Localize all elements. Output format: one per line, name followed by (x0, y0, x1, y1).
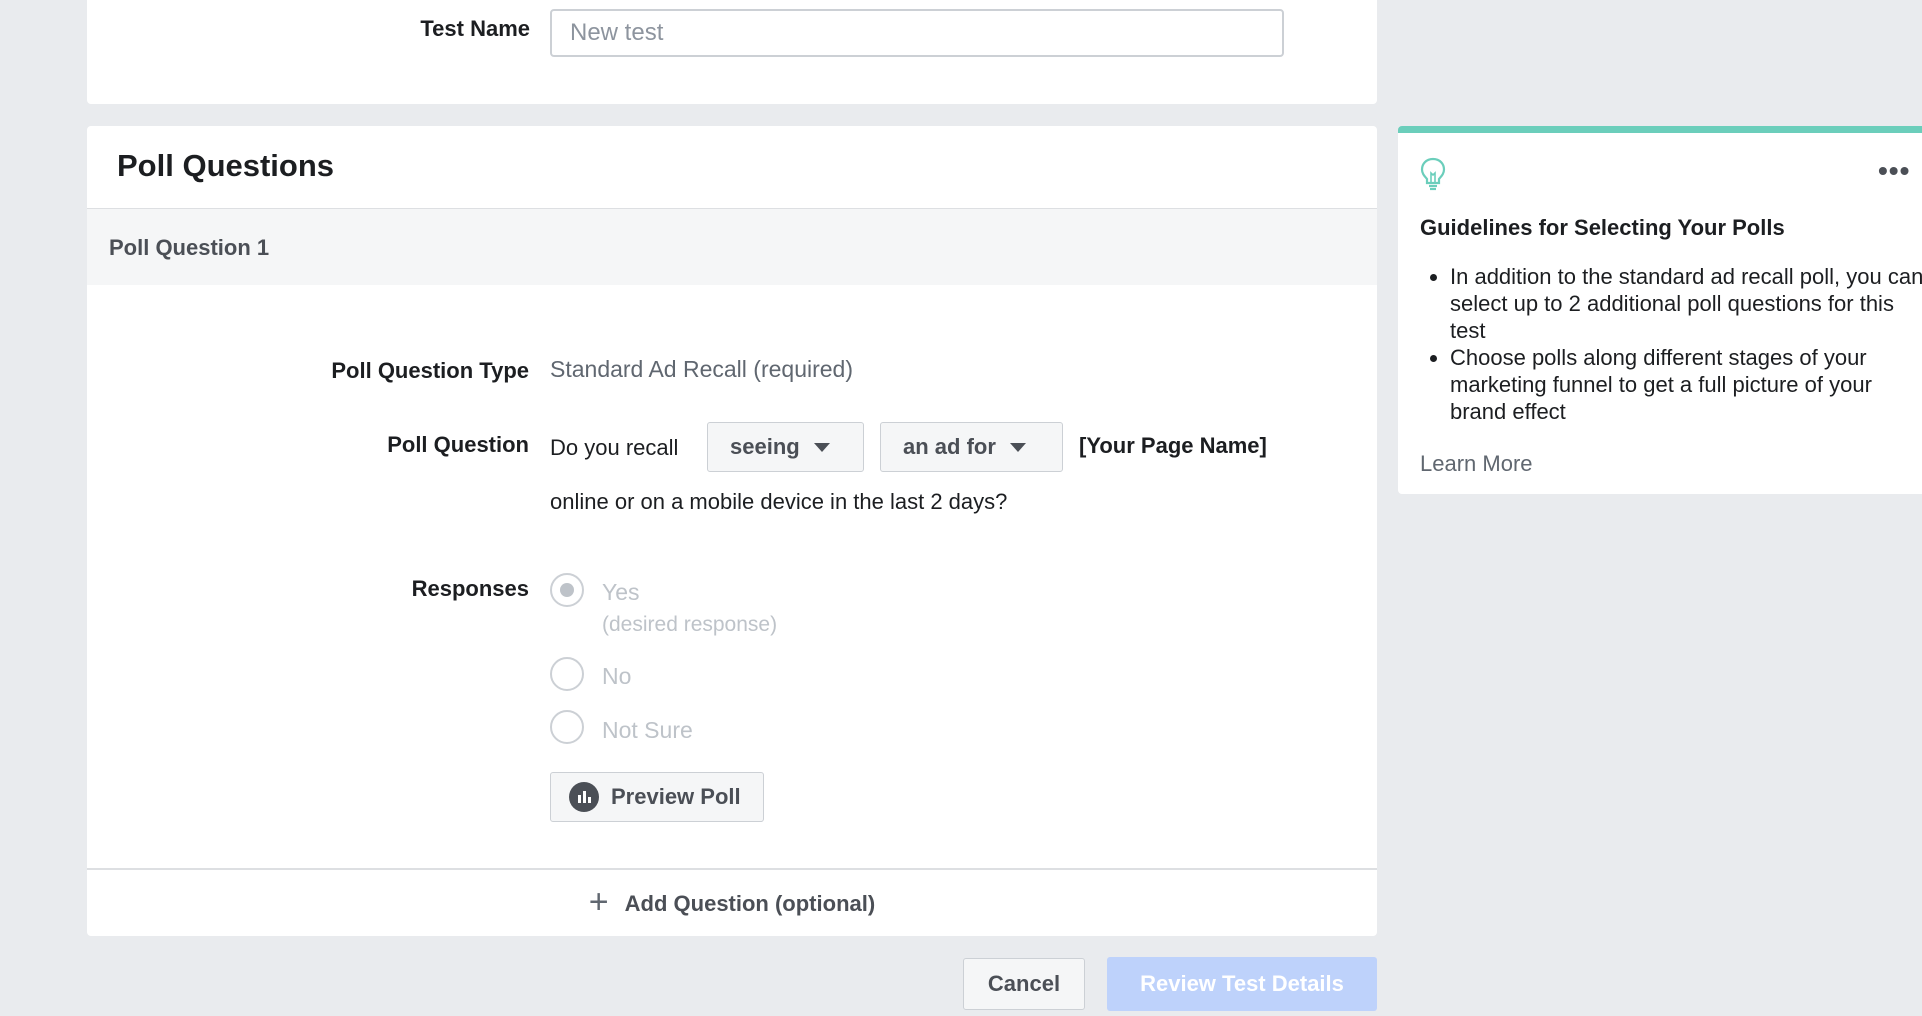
ad-for-dropdown[interactable]: an ad for (880, 422, 1063, 472)
test-name-card: Test Name New test (87, 0, 1377, 104)
poll-question-label: Poll Question (387, 432, 529, 457)
poll-question-type-value: Standard Ad Recall (required) (550, 356, 853, 382)
guidelines-title: Guidelines for Selecting Your Polls (1420, 215, 1785, 240)
response-no-label: No (602, 663, 632, 689)
seeing-dropdown-value: seeing (730, 434, 800, 459)
response-yes-sub: (desired response) (602, 613, 778, 636)
poll-question-header-label: Poll Question 1 (109, 235, 270, 260)
plus-icon: + (588, 883, 609, 921)
guidelines-list: In addition to the standard ad recall po… (1420, 263, 1922, 425)
poll-question-header: Poll Question 1 (87, 208, 1377, 285)
poll-question-type-label: Poll Question Type (331, 358, 529, 383)
responses-label: Responses (411, 576, 529, 601)
poll-questions-title: Poll Questions (117, 148, 335, 183)
poll-questions-card: Poll Questions Poll Question 1 Poll Ques… (87, 126, 1377, 936)
guideline-item: Choose polls along different stages of y… (1450, 344, 1922, 425)
seeing-dropdown[interactable]: seeing (707, 422, 864, 472)
response-yes-label: Yes (602, 579, 640, 605)
add-question-button[interactable]: + Add Question (optional) (87, 868, 1377, 936)
guidelines-card: ••• Guidelines for Selecting Your Polls … (1398, 126, 1922, 494)
review-test-details-button[interactable]: Review Test Details (1107, 957, 1377, 1011)
guideline-item: In addition to the standard ad recall po… (1450, 263, 1922, 344)
learn-more-link[interactable]: Learn More (1420, 451, 1533, 477)
test-name-label: Test Name (420, 16, 530, 41)
preview-poll-button[interactable]: Preview Poll (550, 772, 764, 822)
chevron-down-icon (1009, 442, 1026, 452)
preview-poll-label: Preview Poll (611, 784, 741, 809)
page-name-placeholder: [Your Page Name] (1079, 433, 1267, 458)
ellipsis-icon[interactable]: ••• (1878, 155, 1910, 187)
poll-question-prefix: Do you recall (550, 435, 679, 460)
lightbulb-icon (1420, 157, 1446, 196)
test-name-placeholder: New test (570, 19, 664, 46)
poll-chart-icon (569, 782, 599, 812)
cancel-button[interactable]: Cancel (963, 958, 1085, 1010)
response-yes-radio[interactable] (550, 573, 584, 607)
response-not-sure-radio[interactable] (550, 710, 584, 744)
response-no-radio[interactable] (550, 657, 584, 691)
poll-question-suffix: online or on a mobile device in the last… (550, 489, 1008, 514)
chevron-down-icon (813, 442, 830, 452)
response-not-sure-label: Not Sure (602, 717, 693, 743)
add-question-label: Add Question (optional) (624, 891, 876, 916)
ad-for-dropdown-value: an ad for (903, 434, 996, 459)
test-name-input[interactable]: New test (550, 9, 1284, 57)
